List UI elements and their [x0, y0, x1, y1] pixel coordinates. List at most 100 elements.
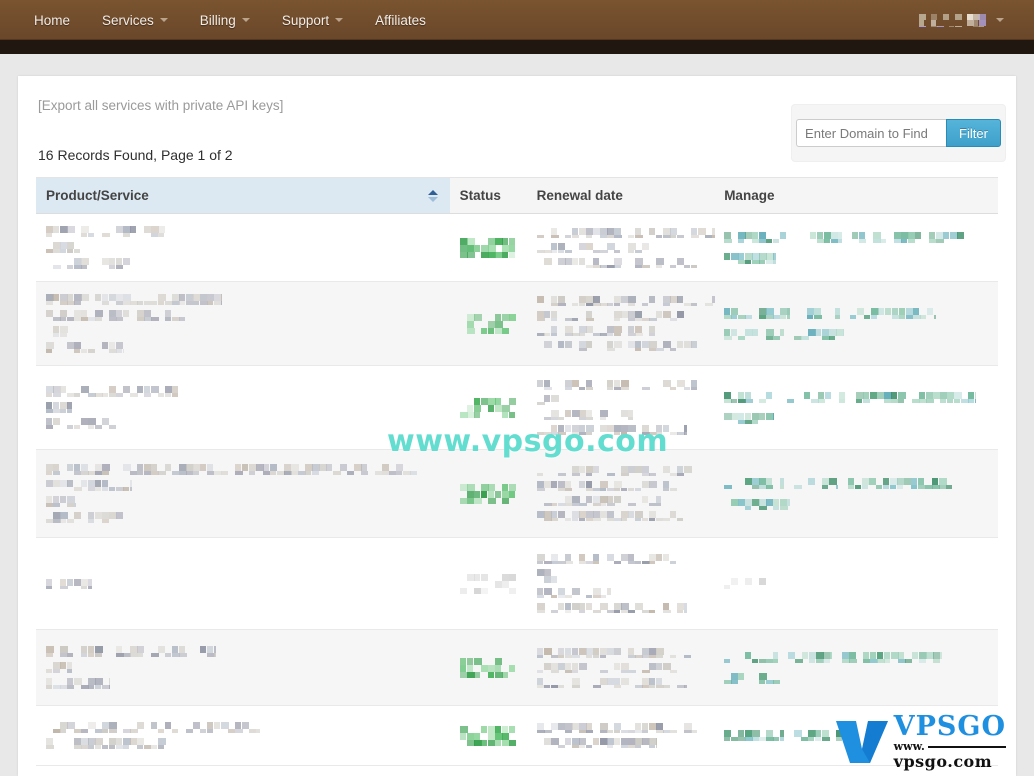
manage-action-link[interactable]: [724, 478, 784, 489]
manage-action-link[interactable]: [856, 392, 976, 403]
manage-action-link[interactable]: [724, 232, 786, 243]
table-row[interactable]: [36, 538, 998, 630]
manage-action-link[interactable]: [724, 329, 784, 340]
redacted-text-line: [537, 648, 703, 658]
manage-action-link[interactable]: [788, 652, 832, 663]
redacted-text-line: [46, 496, 76, 507]
redacted-text-line: [46, 662, 72, 673]
redacted-text-line: [537, 311, 687, 321]
manage-action-link[interactable]: [842, 652, 942, 663]
redacted-text-line: [537, 496, 661, 506]
manage-action-link[interactable]: [724, 413, 774, 424]
redacted-text-line: [46, 418, 116, 429]
redacted-text-line: [46, 402, 72, 413]
status-badge: [460, 398, 516, 418]
redacted-text-line: [46, 722, 260, 733]
redacted-text-line: [537, 588, 611, 598]
table-row[interactable]: [36, 214, 998, 282]
cell-product-service[interactable]: [36, 366, 450, 450]
cell-product-service[interactable]: [36, 538, 450, 630]
redacted-text-line: [537, 243, 655, 253]
column-header-manage-label: Manage: [724, 188, 774, 203]
manage-action-link[interactable]: [794, 329, 844, 340]
nav-item-affiliates[interactable]: Affiliates: [359, 0, 442, 40]
table-header-row: Product/Service Status Renewal date Mana…: [36, 178, 998, 214]
manage-action-link[interactable]: [724, 673, 780, 684]
manage-action-link[interactable]: [800, 308, 840, 319]
table-row[interactable]: [36, 450, 998, 538]
manage-action-link[interactable]: [794, 478, 838, 489]
status-badge: [460, 484, 516, 504]
chevron-down-icon: [242, 18, 250, 22]
cell-manage[interactable]: [714, 366, 998, 450]
domain-filter-panel: Filter: [791, 104, 1006, 162]
cell-product-service[interactable]: [36, 214, 450, 282]
cell-manage[interactable]: [714, 214, 998, 282]
redacted-text-line: [46, 258, 130, 269]
manage-action-link[interactable]: [804, 392, 846, 403]
redacted-text-line: [537, 410, 633, 420]
cell-manage[interactable]: [714, 282, 998, 366]
manage-action-link[interactable]: [852, 232, 964, 243]
manage-action-link[interactable]: [848, 478, 952, 489]
manage-action-link[interactable]: [850, 308, 936, 319]
manage-action-link[interactable]: [796, 232, 842, 243]
nav-item-support[interactable]: Support: [266, 0, 359, 40]
column-header-manage[interactable]: Manage: [714, 178, 998, 214]
top-navbar: Home Services Billing Support Affiliates: [0, 0, 1034, 40]
cell-manage[interactable]: [714, 450, 998, 538]
column-header-product-service-label: Product/Service: [46, 188, 149, 203]
redacted-text-line: [46, 646, 216, 657]
redacted-text-line: [46, 480, 132, 491]
column-header-renewal-date-label: Renewal date: [537, 188, 623, 203]
manage-action-link[interactable]: [724, 253, 776, 264]
redacted-text-line: [537, 554, 677, 564]
cell-product-service[interactable]: [36, 630, 450, 706]
cell-manage[interactable]: [714, 706, 998, 766]
nav-item-services-label: Services: [102, 13, 154, 28]
cell-renewal-date: [527, 366, 715, 450]
redacted-text-line: [537, 663, 677, 673]
manage-action-link[interactable]: [724, 499, 790, 510]
redacted-text-line: [46, 512, 124, 523]
user-account-menu[interactable]: [906, 6, 1016, 34]
status-badge: [460, 574, 516, 594]
status-badge: [460, 238, 516, 258]
column-header-renewal-date[interactable]: Renewal date: [527, 178, 715, 214]
cell-status: [450, 450, 527, 538]
manage-action-link[interactable]: [724, 652, 778, 663]
cell-product-service[interactable]: [36, 450, 450, 538]
redacted-text-line: [537, 258, 697, 268]
manage-action-link[interactable]: [724, 730, 784, 741]
domain-search-input[interactable]: [796, 119, 946, 147]
chevron-down-icon: [335, 18, 343, 22]
cell-manage[interactable]: [714, 538, 998, 630]
column-header-product-service[interactable]: Product/Service: [36, 178, 450, 214]
redacted-text-line: [537, 380, 697, 390]
manage-action-link[interactable]: [794, 730, 842, 741]
cell-renewal-date: [527, 630, 715, 706]
cell-product-service[interactable]: [36, 706, 450, 766]
redacted-text-line: [537, 603, 687, 613]
cell-manage[interactable]: [714, 630, 998, 706]
redacted-text-line: [537, 296, 715, 306]
column-header-status[interactable]: Status: [450, 178, 527, 214]
cell-status: [450, 282, 527, 366]
redacted-text-line: [537, 481, 677, 491]
nav-item-services[interactable]: Services: [86, 0, 184, 40]
table-row[interactable]: [36, 366, 998, 450]
manage-action-link[interactable]: [724, 578, 772, 589]
table-row[interactable]: [36, 282, 998, 366]
nav-item-billing[interactable]: Billing: [184, 0, 266, 40]
table-row[interactable]: [36, 630, 998, 706]
table-row[interactable]: [36, 706, 998, 766]
cell-product-service[interactable]: [36, 282, 450, 366]
manage-action-link[interactable]: [724, 392, 794, 403]
navbar-underband: [0, 40, 1034, 54]
filter-button[interactable]: Filter: [946, 119, 1001, 147]
manage-action-link[interactable]: [724, 308, 790, 319]
nav-item-home[interactable]: Home: [18, 0, 86, 40]
status-badge: [460, 314, 516, 334]
export-api-keys-link[interactable]: [Export all services with private API ke…: [38, 98, 283, 113]
nav-items: Home Services Billing Support Affiliates: [0, 0, 1034, 40]
